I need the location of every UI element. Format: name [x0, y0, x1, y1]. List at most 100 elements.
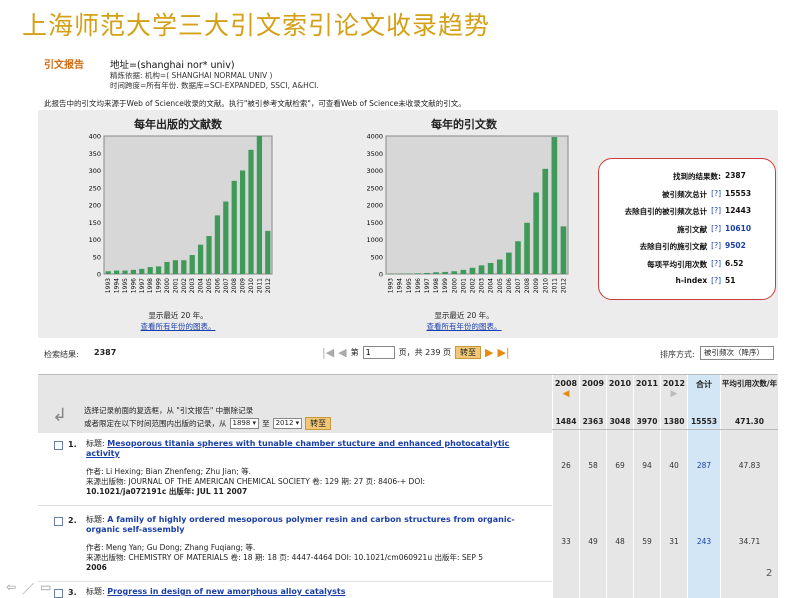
- x-tick-label: 2006: [506, 278, 513, 293]
- x-tick-label: 2010: [248, 278, 255, 293]
- y-tick-label: 1000: [366, 236, 383, 244]
- bar: [433, 272, 439, 274]
- record-number: 2.: [68, 516, 77, 525]
- title-label: 标题:: [86, 515, 105, 524]
- bar: [164, 261, 170, 274]
- x-tick-label: 2001: [460, 278, 467, 293]
- record-title-link[interactable]: Progress in design of new amorphous allo…: [107, 587, 345, 596]
- x-tick-label: 1998: [147, 278, 154, 293]
- stat-value: 2387: [725, 171, 746, 180]
- record-title-line: 标题: Progress in design of new amorphous …: [86, 587, 540, 597]
- record-title-link[interactable]: A family of highly ordered mesoporous po…: [86, 515, 515, 534]
- citation-cell[interactable]: 243: [688, 537, 720, 546]
- from-year-select[interactable]: 1898 ▾: [229, 418, 260, 429]
- back-icon[interactable]: ⇦: [6, 580, 16, 597]
- chart-footnote: 显示最近 20 年。: [434, 311, 494, 320]
- year-column: 2008 ◀ 1484 26 33: [552, 375, 579, 598]
- plot-area: [385, 135, 569, 275]
- bar: [451, 271, 458, 274]
- x-tick-label: 2006: [214, 278, 221, 293]
- record-checkbox[interactable]: [54, 517, 63, 526]
- bar: [206, 236, 212, 274]
- help-link[interactable]: [?]: [711, 276, 721, 285]
- citation-cell[interactable]: 287: [688, 461, 720, 470]
- all-years-link[interactable]: 查看所有年份的图表。: [78, 321, 278, 332]
- column-total: 1380: [663, 417, 685, 426]
- record-title-link[interactable]: Mesoporous titania spheres with tunable …: [86, 439, 509, 458]
- go-page-button[interactable]: 转至: [455, 346, 481, 359]
- results-label: 检索结果:: [44, 350, 79, 359]
- year-column: 平均引用次数/年 471.30 47.83 34.71: [720, 375, 778, 598]
- bar: [533, 192, 539, 274]
- record-checkbox[interactable]: [54, 589, 63, 598]
- stat-row: 被引频次总计 [?] 15553: [662, 189, 755, 200]
- help-link[interactable]: [?]: [711, 206, 721, 217]
- bar: [515, 241, 521, 274]
- help-link[interactable]: [?]: [711, 189, 721, 200]
- column-header: 2010: [608, 379, 632, 388]
- y-tick-label: 3500: [366, 150, 383, 158]
- year-column: 合计 15553 287 243: [687, 375, 720, 598]
- x-tick-label: 2008: [524, 278, 531, 293]
- x-tick-label: 1997: [139, 278, 146, 293]
- stat-label: 被引频次总计: [662, 189, 708, 199]
- range-go-button[interactable]: 转至: [305, 417, 332, 430]
- pen-icon[interactable]: ／: [22, 580, 34, 597]
- first-page-icon[interactable]: |◀: [322, 346, 334, 359]
- last-page-icon[interactable]: ▶|: [497, 346, 509, 359]
- x-tick-label: 1993: [388, 278, 395, 293]
- help-link[interactable]: [?]: [711, 259, 721, 270]
- records-table: ↲ 选择记录前面的复选框，从 "引文报告" 中删除记录 或者限定在以下时间范围内…: [38, 374, 778, 598]
- record-checkbox[interactable]: [54, 441, 63, 450]
- stat-value[interactable]: 9502: [725, 241, 755, 252]
- chart-title: 每年的引文数: [431, 118, 497, 131]
- y-tick-label: 3000: [366, 167, 383, 175]
- page-input[interactable]: [362, 346, 395, 359]
- stat-row: 施引文献 [?] 10610: [677, 224, 755, 235]
- bar: [239, 170, 246, 274]
- x-tick-label: 2005: [497, 278, 504, 293]
- chart-svg: 0 500 1000 1500 2000 2500 3000 3500 4000 1993 1994…: [366, 133, 569, 293]
- x-tick-label: 2007: [223, 278, 230, 293]
- bar: [256, 136, 263, 274]
- help-link[interactable]: [?]: [711, 241, 721, 252]
- bar: [424, 272, 430, 274]
- prev-page-icon[interactable]: ◀: [338, 346, 346, 359]
- all-years-link[interactable]: 查看所有年份的图表。: [354, 321, 574, 332]
- citation-cell: 31: [669, 537, 679, 546]
- prev-years-icon[interactable]: ◀: [553, 389, 579, 399]
- range-to: 至: [262, 419, 270, 428]
- next-page-icon[interactable]: ▶: [485, 346, 493, 359]
- bar: [155, 266, 162, 274]
- bar: [147, 267, 153, 274]
- x-tick-label: 1995: [122, 278, 129, 293]
- y-tick-label: 250: [89, 184, 101, 192]
- x-tick-label: 2001: [172, 278, 179, 293]
- next-years-icon[interactable]: ▶: [661, 389, 687, 399]
- year-column: 2010 3048 69 48: [606, 375, 633, 598]
- page-prefix: 第: [350, 348, 359, 357]
- column-header: 2008: [554, 379, 578, 388]
- y-tick-label: 50: [93, 253, 101, 261]
- bar: [469, 267, 476, 274]
- menu-icon[interactable]: ▭: [40, 580, 51, 597]
- stat-value[interactable]: 10610: [725, 224, 755, 235]
- record-authors: 作者: Li Hexing; Bian Zhenfeng; Zhu Jian; …: [86, 467, 251, 476]
- y-tick-label: 100: [89, 236, 101, 244]
- sort-select[interactable]: 被引频次（降序）: [700, 346, 774, 360]
- y-tick-label: 350: [89, 150, 101, 158]
- x-tick-label: 2002: [469, 278, 476, 293]
- x-tick-label: 2010: [542, 278, 549, 293]
- x-tick-label: 2007: [515, 278, 522, 293]
- record-number: 1.: [68, 440, 77, 449]
- selection-panel: ↲ 选择记录前面的复选框，从 "引文报告" 中删除记录 或者限定在以下时间范围内…: [38, 375, 552, 433]
- bar: [487, 262, 494, 274]
- x-tick-label: 1996: [130, 278, 137, 293]
- bar: [405, 273, 412, 274]
- bar: [415, 273, 421, 274]
- x-tick-label: 1999: [156, 278, 163, 293]
- range-prefix: 或者限定在以下时间范围内出版的记录，从: [84, 419, 227, 428]
- help-link[interactable]: [?]: [711, 224, 721, 235]
- to-year-select[interactable]: 2012 ▾: [272, 418, 303, 429]
- x-tick-label: 2008: [231, 278, 238, 293]
